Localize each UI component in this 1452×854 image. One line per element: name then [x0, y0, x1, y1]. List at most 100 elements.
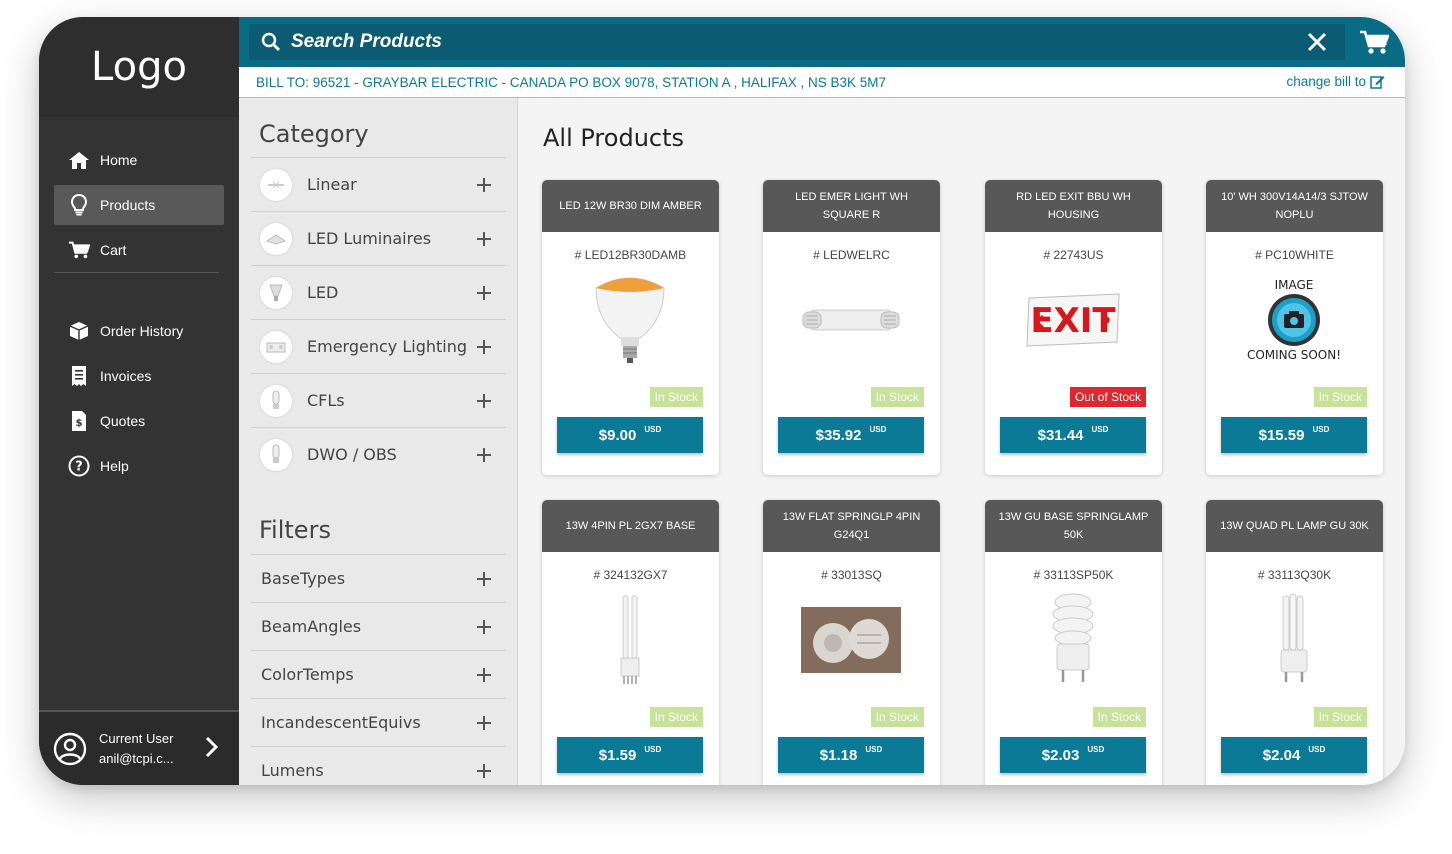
camera-icon — [1268, 294, 1320, 346]
product-image-pl-lamp — [570, 590, 690, 690]
nav-item-home[interactable]: Home — [54, 140, 224, 180]
category-item-led-luminaires[interactable]: LED Luminaires — [251, 211, 506, 265]
category-label: LED — [307, 283, 339, 302]
category-item-dwo-obs[interactable]: DWO / OBS — [251, 427, 506, 481]
product-card[interactable]: 10' WH 300V14A14/3 SJTOW NOPLU # PC10WHI… — [1206, 180, 1383, 475]
expand-plus-icon[interactable] — [476, 393, 492, 409]
currency-label: USD — [644, 744, 662, 754]
change-bill-to-link[interactable]: change bill to — [1286, 74, 1385, 89]
filter-item-incandescent-equivs[interactable]: IncandescentEquivs — [251, 698, 506, 746]
filter-item-color-temps[interactable]: ColorTemps — [251, 650, 506, 698]
currency-label: USD — [1312, 424, 1330, 434]
stock-status-badge: In Stock — [870, 387, 924, 407]
price-button[interactable]: $31.44 USD — [1000, 417, 1146, 453]
expand-plus-icon[interactable] — [476, 285, 492, 301]
nav-item-cart[interactable]: Cart — [54, 230, 224, 270]
user-label: Current User — [99, 730, 174, 746]
product-card[interactable]: 13W 4PIN PL 2GX7 BASE # 324132GX7 In Sto… — [542, 500, 719, 785]
price-button[interactable]: $2.04 USD — [1221, 737, 1367, 773]
cart-icon — [68, 239, 90, 261]
product-image-exit-sign: EXIT — [1013, 270, 1133, 370]
product-image-spiral-cfl — [1013, 590, 1133, 690]
expand-plus-icon[interactable] — [476, 339, 492, 355]
product-card[interactable]: RD LED EXIT BBU WH HOUSING # 22743US EXI… — [985, 180, 1162, 475]
exit-sign-text: EXIT — [1030, 301, 1116, 341]
price-button[interactable]: $1.59 USD — [557, 737, 703, 773]
expand-plus-icon[interactable] — [476, 715, 492, 731]
price-button[interactable]: $15.59 USD — [1221, 417, 1367, 453]
expand-plus-icon[interactable] — [476, 231, 492, 247]
svg-text:$: $ — [76, 418, 83, 429]
product-image-quad-pl-lamp — [1234, 590, 1354, 690]
nav-item-label: Home — [100, 152, 138, 168]
search-input[interactable] — [291, 31, 1251, 53]
expand-plus-icon[interactable] — [476, 667, 492, 683]
product-image-flat-springlamp — [791, 590, 911, 690]
expand-plus-icon[interactable] — [476, 571, 492, 587]
stock-status-badge: In Stock — [1313, 387, 1367, 407]
category-label: LED Luminaires — [307, 229, 432, 248]
price-button[interactable]: $9.00 USD — [557, 417, 703, 453]
expand-plus-icon[interactable] — [476, 447, 492, 463]
nav-item-products[interactable]: Products — [54, 185, 224, 225]
cart-icon[interactable] — [1359, 29, 1390, 55]
logo[interactable]: Logo — [39, 17, 239, 117]
expand-plus-icon[interactable] — [476, 619, 492, 635]
price-value: $31.44 — [1037, 426, 1084, 444]
svg-text:?: ? — [75, 460, 83, 475]
expand-plus-icon[interactable] — [476, 177, 492, 193]
price-value: $1.59 — [598, 746, 637, 764]
nav-item-quotes[interactable]: $ Quotes — [54, 401, 224, 441]
linear-fixture-icon — [260, 168, 292, 201]
currency-label: USD — [1308, 744, 1326, 754]
product-card[interactable]: 13W FLAT SPRINGLP 4PIN G24Q1 # 33013SQ I… — [763, 500, 940, 785]
nav-item-invoices[interactable]: Invoices — [54, 356, 224, 396]
price-button[interactable]: $35.92 USD — [778, 417, 924, 453]
price-button[interactable]: $2.03 USD — [1000, 737, 1146, 773]
top-bar — [239, 17, 1405, 67]
nav-item-label: Order History — [100, 323, 184, 339]
cfl-bulb-icon — [260, 438, 292, 471]
category-item-emergency-lighting[interactable]: Emergency Lighting — [251, 319, 506, 373]
nav-item-order-history[interactable]: Order History — [54, 311, 224, 351]
price-value: $35.92 — [815, 426, 862, 444]
chevron-right-icon[interactable] — [205, 736, 219, 763]
filter-item-beam-angles[interactable]: BeamAngles — [251, 602, 506, 650]
currency-label: USD — [644, 424, 662, 434]
category-item-led[interactable]: LED — [251, 265, 506, 319]
filter-item-lumens[interactable]: Lumens — [251, 746, 506, 785]
price-value: $2.04 — [1262, 746, 1301, 764]
product-name: 13W GU BASE SPRINGLAMP 50K — [985, 500, 1162, 552]
product-name: LED EMER LIGHT WH SQUARE R — [763, 180, 940, 232]
bill-to-bar: BILL TO: 96521 - GRAYBAR ELECTRIC - CANA… — [239, 67, 1405, 98]
stock-status-badge: Out of Stock — [1069, 387, 1146, 407]
nav-item-help[interactable]: ? Help — [54, 446, 224, 486]
filter-item-base-types[interactable]: BaseTypes — [251, 554, 506, 602]
expand-plus-icon[interactable] — [476, 763, 492, 779]
placeholder-line2: COMING SOON! — [1246, 348, 1342, 362]
product-card[interactable]: LED 12W BR30 DIM AMBER # LED12BR30DAMB I… — [542, 180, 719, 475]
products-title: All Products — [543, 124, 685, 152]
close-icon[interactable] — [1307, 32, 1327, 52]
help-circle-icon: ? — [68, 455, 90, 477]
product-card[interactable]: 13W GU BASE SPRINGLAMP 50K # 33113SP50K … — [985, 500, 1162, 785]
product-card[interactable]: LED EMER LIGHT WH SQUARE R # LEDWELRC In… — [763, 180, 940, 475]
search-icon — [261, 32, 281, 52]
sidebar: Logo Home Products Cart Order History In… — [39, 17, 239, 785]
secondary-nav: Order History Invoices $ Quotes ? Help — [54, 311, 224, 491]
product-sku: # LEDWELRC — [813, 248, 890, 262]
filter-label: BeamAngles — [261, 617, 362, 636]
user-avatar-icon — [53, 732, 87, 766]
product-card[interactable]: 13W QUAD PL LAMP GU 30K # 33113Q30K In S… — [1206, 500, 1383, 785]
category-item-linear[interactable]: Linear — [251, 157, 506, 211]
receipt-icon — [68, 365, 90, 387]
price-button[interactable]: $1.18 USD — [778, 737, 924, 773]
user-info: Current User anil@tcpi.c... — [99, 729, 174, 769]
filter-list: BaseTypes BeamAngles ColorTemps Incandes… — [251, 554, 506, 785]
main-nav: Home Products Cart — [54, 140, 224, 275]
category-item-cfls[interactable]: CFLs — [251, 373, 506, 427]
image-coming-soon-placeholder: IMAGE COMING SOON! — [1234, 270, 1354, 370]
emergency-light-icon — [260, 330, 292, 363]
nav-item-label: Cart — [100, 242, 127, 258]
current-user-panel[interactable]: Current User anil@tcpi.c... — [39, 710, 239, 785]
